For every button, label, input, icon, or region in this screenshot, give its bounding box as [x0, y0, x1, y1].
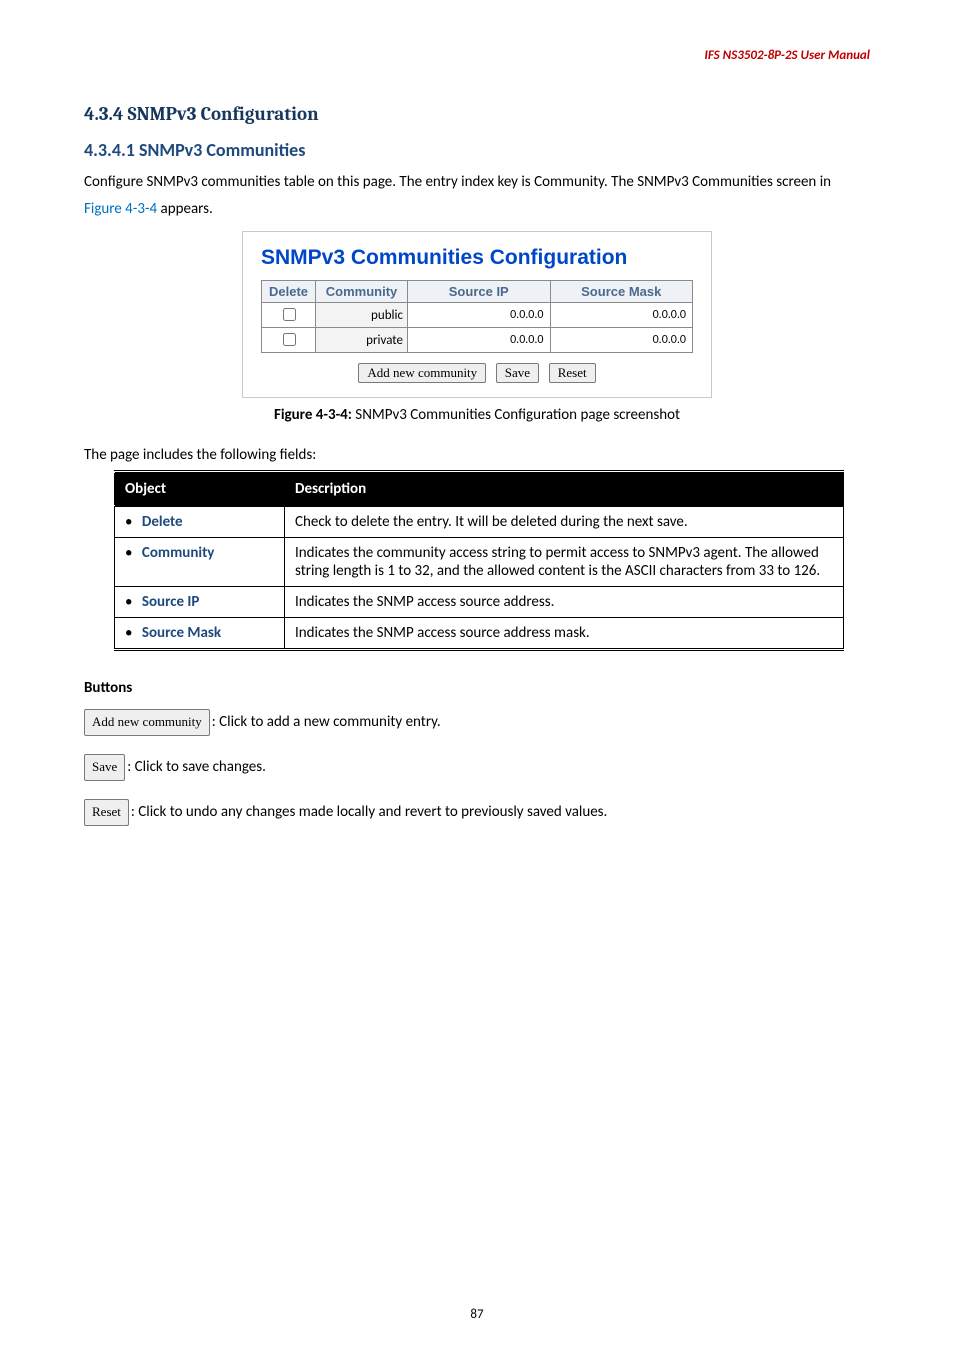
source-mask-input[interactable]	[555, 307, 689, 323]
buttons-save-line: Save: Click to save changes.	[84, 754, 870, 781]
col-delete: Delete	[262, 281, 316, 303]
intro-text-2: appears.	[157, 200, 213, 218]
field-label: Source Mask	[142, 624, 221, 642]
buttons-heading: Buttons	[84, 679, 870, 697]
reset-button[interactable]: Reset	[549, 363, 596, 383]
col-community: Community	[316, 281, 408, 303]
fields-description-table: Object Description • Delete Check to del…	[114, 470, 844, 651]
table-row: public	[262, 303, 693, 328]
community-cell: private	[316, 328, 408, 353]
page-number: 87	[0, 1307, 954, 1322]
save-button[interactable]: Save	[496, 363, 539, 383]
intro-paragraph: Configure SNMPv3 communities table on th…	[84, 169, 870, 223]
field-label: Source IP	[142, 593, 200, 611]
snmp-communities-table: Delete Community Source IP Source Mask p…	[261, 280, 693, 353]
table-row: • Community Indicates the community acce…	[115, 538, 844, 587]
col-source-ip: Source IP	[408, 281, 551, 303]
fields-head-description: Description	[285, 472, 844, 506]
fields-head-object: Object	[115, 472, 285, 506]
source-ip-input[interactable]	[412, 332, 546, 348]
page-header: IFS NS3502-8P-2S User Manual	[84, 48, 870, 63]
community-cell: public	[316, 303, 408, 328]
figure-caption: Figure 4-3-4: SNMPv3 Communities Configu…	[84, 406, 870, 424]
field-label: Delete	[142, 513, 183, 531]
reset-button-desc: : Click to undo any changes made locally…	[131, 803, 607, 821]
buttons-reset-line: Reset: Click to undo any changes made lo…	[84, 799, 870, 826]
table-row: private	[262, 328, 693, 353]
config-screenshot-card: SNMPv3 Communities Configuration Delete …	[242, 231, 712, 398]
figure-caption-label: Figure 4-3-4:	[274, 406, 352, 424]
field-desc: Check to delete the entry. It will be de…	[285, 506, 844, 538]
figure-caption-text: SNMPv3 Communities Configuration page sc…	[352, 406, 680, 424]
save-button-inline[interactable]: Save	[84, 754, 125, 780]
source-mask-input[interactable]	[555, 332, 689, 348]
fields-intro: The page includes the following fields:	[84, 446, 870, 464]
table-row: • Delete Check to delete the entry. It w…	[115, 506, 844, 538]
config-title: SNMPv3 Communities Configuration	[261, 246, 693, 270]
field-desc: Indicates the SNMP access source address…	[285, 587, 844, 618]
field-desc: Indicates the SNMP access source address…	[285, 618, 844, 650]
table-row: • Source IP Indicates the SNMP access so…	[115, 587, 844, 618]
heading-snmpv3-config: 4.3.4 SNMPv3 Configuration	[84, 103, 870, 125]
add-new-community-button[interactable]: Add new community	[358, 363, 486, 383]
source-ip-input[interactable]	[412, 307, 546, 323]
table-row: • Source Mask Indicates the SNMP access …	[115, 618, 844, 650]
heading-snmpv3-communities: 4.3.4.1 SNMPv3 Communities	[84, 139, 870, 161]
field-desc: Indicates the community access string to…	[285, 538, 844, 587]
add-new-community-button-inline[interactable]: Add new community	[84, 709, 210, 735]
config-button-row: Add new community Save Reset	[261, 363, 693, 383]
field-label: Community	[142, 544, 215, 562]
buttons-add-line: Add new community: Click to add a new co…	[84, 709, 870, 736]
col-source-mask: Source Mask	[550, 281, 693, 303]
delete-checkbox[interactable]	[283, 308, 296, 321]
reset-button-inline[interactable]: Reset	[84, 799, 129, 825]
save-button-desc: : Click to save changes.	[127, 758, 266, 776]
intro-text-1: Configure SNMPv3 communities table on th…	[84, 173, 831, 191]
add-button-desc: : Click to add a new community entry.	[212, 713, 441, 731]
intro-figure-link: Figure 4-3-4	[84, 200, 157, 218]
delete-checkbox[interactable]	[283, 333, 296, 346]
